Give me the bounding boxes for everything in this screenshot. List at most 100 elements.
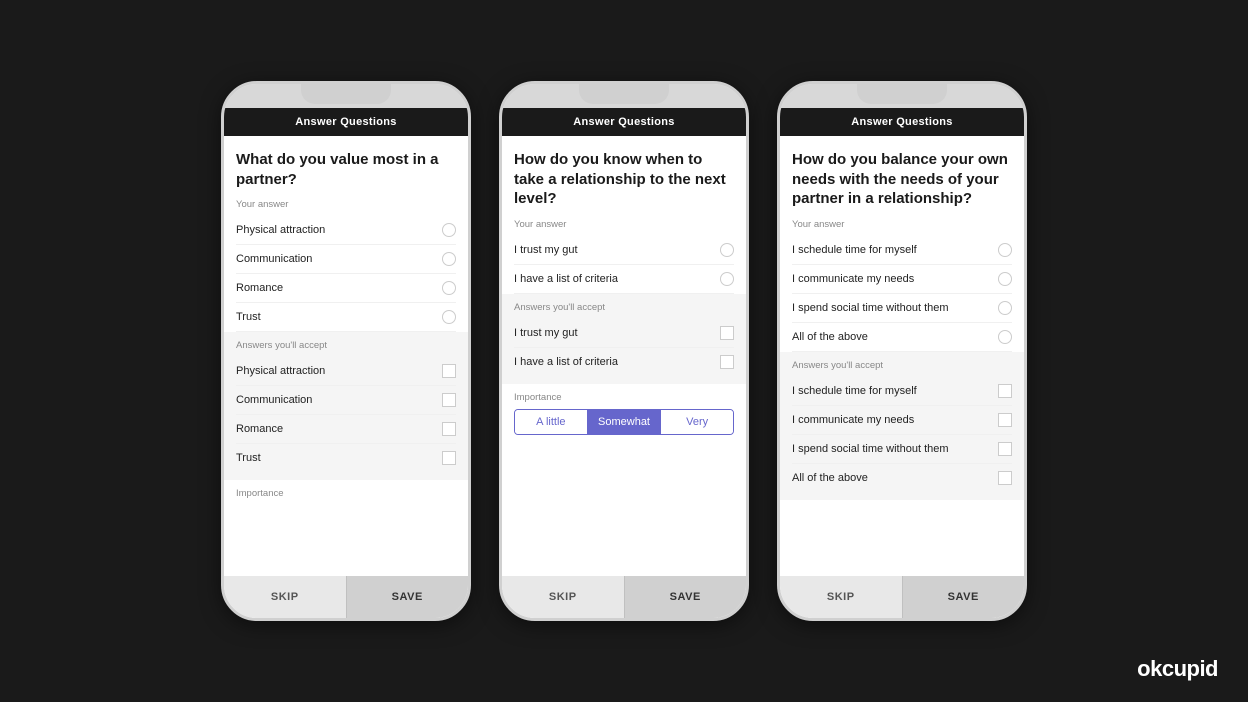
accepts-section: Answers you'll accept I schedule time for… [780,352,1024,500]
save-button[interactable]: SAVE [625,576,747,618]
checkbox[interactable] [998,384,1012,398]
phone-2: Answer Questions How do you know when to … [499,81,749,621]
phone-wrapper-2: Answer Questions How do you know when to … [499,81,749,621]
checkbox[interactable] [442,422,456,436]
answer-text: I spend social time without them [792,443,949,455]
answer-text: I schedule time for myself [792,385,917,397]
radio-button[interactable] [720,243,734,257]
skip-button[interactable]: SKIP [224,576,346,618]
importance-label: Importance [236,488,456,499]
phones-container: Answer QuestionsWhat do you value most i… [221,81,1027,621]
your-answer-item-4[interactable]: All of the above [792,323,1012,352]
answer-text: Communication [236,394,312,406]
phone-content: What do you value most in a partner?Your… [224,136,468,618]
answer-text: I communicate my needs [792,273,914,285]
your-answer-item-4[interactable]: Trust [236,303,456,332]
accept-answer-item-1[interactable]: I schedule time for myself [792,377,1012,406]
answer-text: I communicate my needs [792,414,914,426]
answer-text: All of the above [792,472,868,484]
accept-answer-item-4[interactable]: All of the above [792,464,1012,492]
radio-button[interactable] [998,301,1012,315]
checkbox[interactable] [998,471,1012,485]
radio-button[interactable] [998,330,1012,344]
answer-text: I trust my gut [514,327,578,339]
question-title: How do you know when to take a relations… [514,150,734,209]
phone-content: How do you balance your own needs with t… [780,136,1024,618]
answer-text: I trust my gut [514,244,578,256]
accepts-label: Answers you'll accept [792,360,1012,371]
phone-3: Answer QuestionsHow do you balance your … [777,81,1027,621]
radio-button[interactable] [720,272,734,286]
answer-text: Communication [236,253,312,265]
checkbox[interactable] [442,364,456,378]
radio-button[interactable] [442,252,456,266]
phone-notch [579,84,669,104]
your-answer-item-2[interactable]: I communicate my needs [792,265,1012,294]
your-answer-item-2[interactable]: Communication [236,245,456,274]
importance-label: Importance [514,392,734,403]
checkbox[interactable] [998,413,1012,427]
checkbox[interactable] [442,393,456,407]
accept-answer-item-3[interactable]: Romance [236,415,456,444]
radio-button[interactable] [998,272,1012,286]
answer-text: Romance [236,423,283,435]
skip-button[interactable]: SKIP [780,576,902,618]
save-button[interactable]: SAVE [347,576,469,618]
radio-button[interactable] [442,223,456,237]
radio-button[interactable] [442,310,456,324]
answer-text: All of the above [792,331,868,343]
your-answer-item-1[interactable]: Physical attraction [236,216,456,245]
accept-answer-item-1[interactable]: Physical attraction [236,357,456,386]
phone-footer: SKIPSAVE [224,576,468,618]
checkbox[interactable] [720,326,734,340]
accept-answer-item-4[interactable]: Trust [236,444,456,472]
your-answer-item-3[interactable]: I spend social time without them [792,294,1012,323]
accept-answer-item-2[interactable]: I have a list of criteria [514,348,734,376]
phone-notch [857,84,947,104]
answer-text: Trust [236,311,261,323]
checkbox[interactable] [442,451,456,465]
accept-answer-item-2[interactable]: Communication [236,386,456,415]
content-scroll: How do you balance your own needs with t… [780,136,1024,576]
radio-button[interactable] [998,243,1012,257]
phone-footer: SKIPSAVE [502,576,746,618]
accept-answer-item-1[interactable]: I trust my gut [514,319,734,348]
okcupid-logo: okcupid [1137,656,1218,682]
your-answer-label: Your answer [792,219,1012,230]
skip-button[interactable]: SKIP [502,576,624,618]
content-scroll: How do you know when to take a relations… [502,136,746,576]
importance-section: Importance [236,480,456,499]
importance-btn-somewhat[interactable]: Somewhat [588,410,660,434]
your-answer-item-2[interactable]: I have a list of criteria [514,265,734,294]
radio-button[interactable] [442,281,456,295]
accept-answer-item-2[interactable]: I communicate my needs [792,406,1012,435]
phone-wrapper-1: Answer QuestionsWhat do you value most i… [221,81,471,621]
question-title: How do you balance your own needs with t… [792,150,1012,209]
phone-header: Answer Questions [224,108,468,136]
content-scroll: What do you value most in a partner?Your… [224,136,468,576]
answer-text: Physical attraction [236,224,325,236]
importance-btn-very[interactable]: Very [661,410,733,434]
answer-text: I spend social time without them [792,302,949,314]
checkbox[interactable] [720,355,734,369]
accept-answer-item-3[interactable]: I spend social time without them [792,435,1012,464]
importance-btn-a little[interactable]: A little [515,410,587,434]
accepts-section: Answers you'll accept I trust my gut I hav… [502,294,746,384]
accepts-label: Answers you'll accept [514,302,734,313]
phone-notch [301,84,391,104]
your-answer-item-1[interactable]: I trust my gut [514,236,734,265]
answer-text: Trust [236,452,261,464]
answer-text: I schedule time for myself [792,244,917,256]
answer-text: Romance [236,282,283,294]
phone-wrapper-3: Answer QuestionsHow do you balance your … [777,81,1027,621]
your-answer-item-1[interactable]: I schedule time for myself [792,236,1012,265]
answer-text: I have a list of criteria [514,356,618,368]
answer-text: Physical attraction [236,365,325,377]
checkbox[interactable] [998,442,1012,456]
importance-buttons: A littleSomewhatVery [514,409,734,435]
phone-header: Answer Questions [502,108,746,136]
phone-footer: SKIPSAVE [780,576,1024,618]
your-answer-item-3[interactable]: Romance [236,274,456,303]
save-button[interactable]: SAVE [903,576,1025,618]
answer-text: I have a list of criteria [514,273,618,285]
